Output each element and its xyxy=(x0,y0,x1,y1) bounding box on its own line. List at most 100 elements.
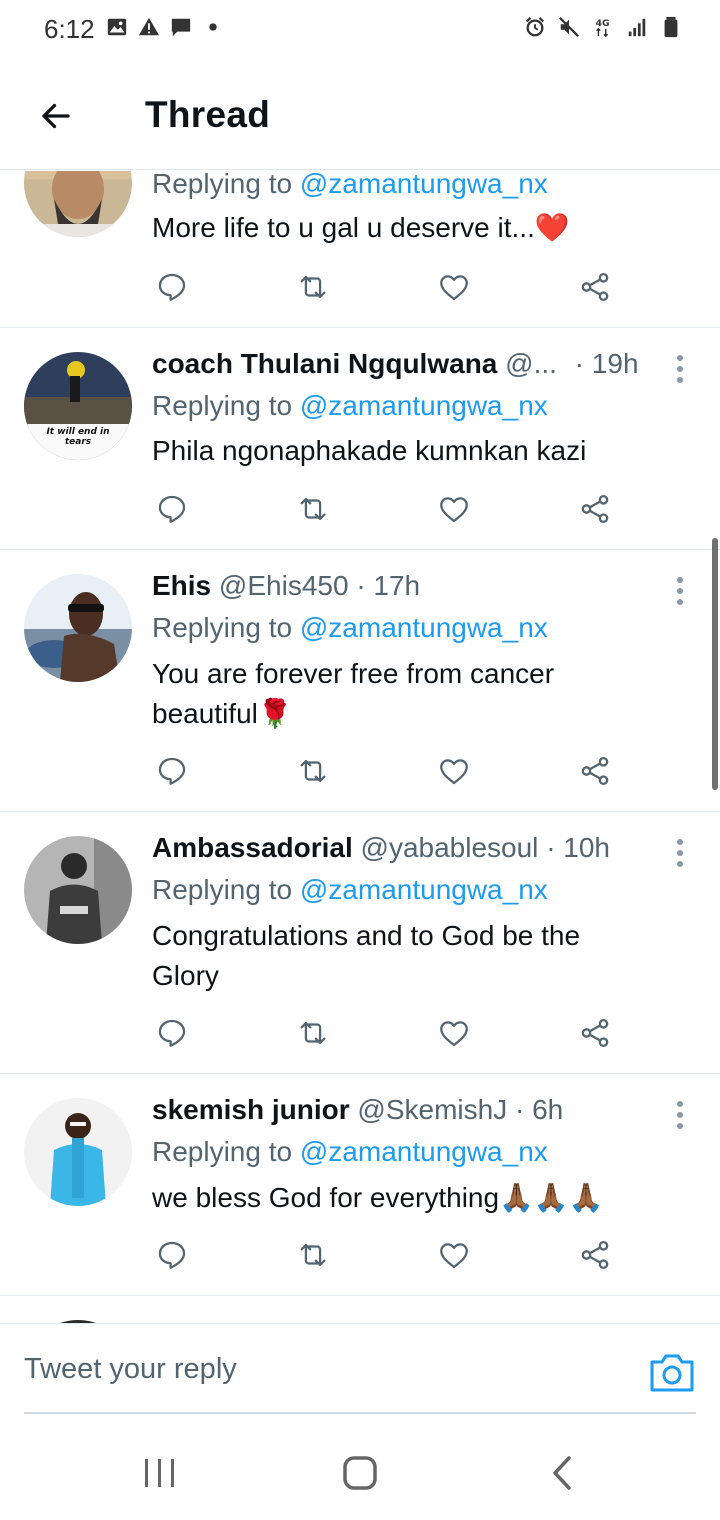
reply-icon xyxy=(158,1241,186,1269)
tweet-text: we bless God for everything🙏🏾🙏🏾🙏🏾 xyxy=(152,1182,604,1213)
reply-icon xyxy=(158,273,186,301)
tweet-item[interactable]: It will end in tears coach Thulani Ngqulw… xyxy=(0,328,720,550)
author-handle[interactable]: @SkemishJ xyxy=(357,1094,507,1125)
scrollbar-thumb[interactable] xyxy=(712,538,718,790)
tweet-meta: Ambassadorial @yabablesoul · 10h xyxy=(152,832,610,864)
share-button[interactable] xyxy=(575,751,615,791)
replying-to-line: Replying to @zamantungwa_nx xyxy=(152,1136,548,1168)
like-button[interactable] xyxy=(434,267,474,307)
avatar[interactable] xyxy=(24,1098,132,1206)
tweet-actions xyxy=(152,751,622,791)
retweet-icon xyxy=(300,759,326,783)
more-options-button[interactable] xyxy=(664,573,696,609)
more-options-button[interactable] xyxy=(664,835,696,871)
mention-link[interactable]: @zamantungwa_nx xyxy=(300,390,548,421)
mention-link[interactable]: @zamantungwa_nx xyxy=(300,171,548,199)
tweet-meta: Ehis @Ehis450 · 17h xyxy=(152,570,420,602)
author-name[interactable]: skemish junior xyxy=(152,1094,350,1125)
share-button[interactable] xyxy=(575,1013,615,1053)
retweet-button[interactable] xyxy=(293,1235,333,1275)
retweet-icon xyxy=(300,1021,326,1045)
author-handle[interactable]: @Ehis450 xyxy=(219,570,349,601)
share-button[interactable] xyxy=(575,489,615,529)
tweet-actions xyxy=(152,1235,622,1275)
reply-icon xyxy=(158,757,186,785)
avatar[interactable] xyxy=(24,574,132,682)
mention-link[interactable]: @zamantungwa_nx xyxy=(300,1136,548,1167)
tweet-item[interactable]: Ambassadorial @yabablesoul · 10h Replyin… xyxy=(0,812,720,1074)
tweet-item[interactable] xyxy=(0,1296,720,1323)
page-title: Thread xyxy=(145,94,271,135)
share-button[interactable] xyxy=(575,1235,615,1275)
replying-to-line: Replying to @zamantungwa_nx xyxy=(152,612,548,644)
back-nav-button[interactable] xyxy=(532,1450,592,1496)
share-button[interactable] xyxy=(575,267,615,307)
tweet-actions xyxy=(152,1013,622,1053)
tweet-item[interactable]: Replying to @zamantungwa_nx More life to… xyxy=(0,171,720,328)
retweet-button[interactable] xyxy=(293,1013,333,1053)
replying-to-line: Replying to @zamantungwa_nx xyxy=(152,171,548,200)
author-handle[interactable]: @... xyxy=(505,348,557,379)
reply-button[interactable] xyxy=(152,751,192,791)
reply-input[interactable] xyxy=(24,1344,624,1394)
thread-header: Thread xyxy=(0,60,720,170)
retweet-icon xyxy=(300,497,326,521)
svg-text:4G: 4G xyxy=(596,18,610,29)
avatar[interactable] xyxy=(24,171,132,237)
share-icon xyxy=(581,272,609,302)
mute-icon xyxy=(559,17,579,37)
message-icon xyxy=(171,18,191,37)
camera-button[interactable] xyxy=(648,1352,696,1394)
retweet-button[interactable] xyxy=(293,489,333,529)
status-left-icons xyxy=(106,16,224,38)
reply-feed[interactable]: Replying to @zamantungwa_nx More life to… xyxy=(0,171,720,1323)
gallery-icon xyxy=(107,18,127,36)
author-name[interactable]: Ambassadorial xyxy=(152,832,353,863)
home-button[interactable] xyxy=(330,1450,390,1496)
like-button[interactable] xyxy=(434,1235,474,1275)
share-icon xyxy=(581,494,609,524)
tweet-actions xyxy=(152,267,622,307)
reply-button[interactable] xyxy=(152,267,192,307)
reply-button[interactable] xyxy=(152,1013,192,1053)
like-button[interactable] xyxy=(434,1013,474,1053)
like-button[interactable] xyxy=(434,489,474,529)
tweet-item[interactable]: Ehis @Ehis450 · 17h Replying to @zamantu… xyxy=(0,550,720,812)
reply-composer xyxy=(0,1323,720,1417)
author-handle[interactable]: @yabablesoul xyxy=(361,832,539,863)
recent-apps-icon xyxy=(145,1459,174,1487)
tweet-text: You are forever free from cancer beautif… xyxy=(152,658,555,729)
avatar[interactable] xyxy=(24,836,132,944)
replying-to-line: Replying to @zamantungwa_nx xyxy=(152,874,548,906)
avatar[interactable]: It will end in tears xyxy=(24,352,132,460)
author-name[interactable]: coach Thulani Ngqulwana xyxy=(152,348,497,379)
tweet-time: · 19h xyxy=(574,348,639,379)
alarm-icon xyxy=(525,17,545,37)
tweet-text: More life to u gal u deserve it...❤️ xyxy=(152,212,570,243)
like-button[interactable] xyxy=(434,751,474,791)
camera-icon xyxy=(650,1354,694,1392)
network-4g-icon: 4G xyxy=(596,18,610,38)
heart-icon xyxy=(440,275,468,301)
arrow-left-icon xyxy=(42,103,70,129)
tweet-time: · 6h xyxy=(514,1094,564,1125)
more-options-button[interactable] xyxy=(664,1097,696,1133)
status-time: 6:12 xyxy=(44,14,95,44)
share-icon xyxy=(581,1240,609,1270)
retweet-button[interactable] xyxy=(293,267,333,307)
replying-prefix: Replying to xyxy=(152,390,293,421)
more-options-button[interactable] xyxy=(664,351,696,387)
reply-button[interactable] xyxy=(152,489,192,529)
mention-link[interactable]: @zamantungwa_nx xyxy=(300,874,548,905)
heart-icon xyxy=(440,1243,468,1269)
author-name[interactable]: Ehis xyxy=(152,570,211,601)
system-nav-bar xyxy=(0,1420,720,1520)
replying-prefix: Replying to xyxy=(152,612,293,643)
tweet-actions xyxy=(152,489,622,529)
back-button[interactable] xyxy=(32,92,80,140)
retweet-button[interactable] xyxy=(293,751,333,791)
tweet-item[interactable]: skemish junior @SkemishJ · 6h Replying t… xyxy=(0,1074,720,1296)
reply-button[interactable] xyxy=(152,1235,192,1275)
recent-apps-button[interactable] xyxy=(130,1450,190,1496)
mention-link[interactable]: @zamantungwa_nx xyxy=(300,612,548,643)
